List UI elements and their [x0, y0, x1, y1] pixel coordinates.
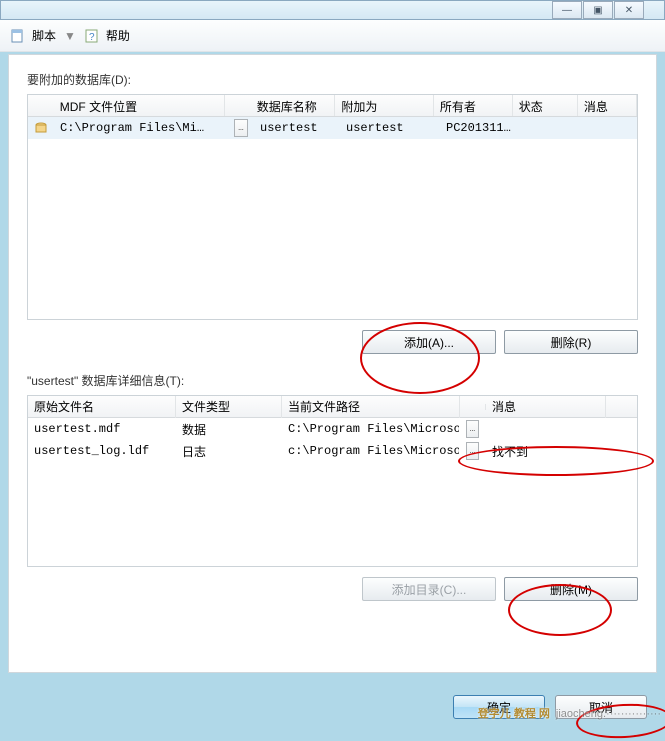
db-details-label: "usertest" 数据库详细信息(T):: [27, 372, 638, 389]
remove-db-button[interactable]: 删除(R): [504, 330, 638, 354]
main-panel: 要附加的数据库(D): MDF 文件位置 数据库名称 附加为 所有者 状态 消息…: [8, 54, 657, 673]
cell-owner: PC201311…: [440, 118, 520, 138]
cell-ftype: 数据: [176, 418, 282, 441]
col-owner[interactable]: 所有者: [434, 95, 513, 116]
cell-message: [486, 426, 606, 432]
watermark: 登字儿 教程 网jiaocheng.···············: [478, 705, 661, 721]
col-dbname[interactable]: 数据库名称: [251, 95, 336, 116]
table-row[interactable]: usertest_log.ldf 日志 c:\Program Files\Mic…: [28, 440, 637, 462]
table-row[interactable]: usertest.mdf 数据 C:\Program Files\Microso…: [28, 418, 637, 440]
cell-attachas: usertest: [340, 118, 440, 138]
browse-button[interactable]: …: [466, 442, 479, 460]
col-attachas[interactable]: 附加为: [335, 95, 433, 116]
help-button[interactable]: 帮助: [106, 27, 130, 44]
col-orig-filename[interactable]: 原始文件名: [28, 395, 176, 418]
script-button[interactable]: 脚本: [32, 27, 56, 44]
db-icon: [28, 118, 54, 138]
maximize-button[interactable]: ▣: [583, 1, 613, 19]
table-row[interactable]: C:\Program Files\Mi… … usertest usertest…: [28, 117, 637, 139]
col-filetype[interactable]: 文件类型: [176, 395, 282, 418]
cell-curpath: C:\Program Files\Microsof…: [282, 419, 460, 439]
cell-dbname: usertest: [254, 118, 340, 138]
close-button[interactable]: ✕: [614, 1, 644, 19]
grid-header: MDF 文件位置 数据库名称 附加为 所有者 状态 消息: [28, 95, 637, 117]
svg-text:?: ?: [89, 32, 95, 43]
col-message[interactable]: 消息: [578, 95, 637, 116]
minimize-button[interactable]: —: [552, 1, 582, 19]
browse-button[interactable]: …: [466, 420, 479, 438]
script-icon: [10, 28, 26, 44]
cell-ftype: 日志: [176, 440, 282, 463]
db-to-attach-grid: MDF 文件位置 数据库名称 附加为 所有者 状态 消息 C:\Program …: [27, 94, 638, 320]
cell-orig: usertest.mdf: [28, 419, 176, 439]
db-details-grid: 原始文件名 文件类型 当前文件路径 消息 usertest.mdf 数据 C:\…: [27, 395, 638, 567]
col-status[interactable]: 状态: [513, 95, 578, 116]
titlebar: — ▣ ✕: [0, 0, 665, 20]
add-button[interactable]: 添加(A)...: [362, 330, 496, 354]
cell-curpath: c:\Program Files\Microsof…: [282, 441, 460, 461]
col-curpath[interactable]: 当前文件路径: [282, 395, 460, 418]
add-directory-button: 添加目录(C)...: [362, 577, 496, 601]
db-to-attach-label: 要附加的数据库(D):: [27, 71, 638, 88]
grid-header: 原始文件名 文件类型 当前文件路径 消息: [28, 396, 637, 418]
cell-mdf-location: C:\Program Files\Mi…: [54, 118, 228, 138]
help-icon: ?: [84, 28, 100, 44]
browse-button[interactable]: …: [234, 119, 248, 137]
col-mdf-location[interactable]: MDF 文件位置: [54, 95, 225, 116]
toolbar: 脚本 ▼ ? 帮助: [0, 20, 665, 52]
col-message[interactable]: 消息: [486, 395, 606, 418]
remove-file-button[interactable]: 删除(M): [504, 577, 638, 601]
cell-orig: usertest_log.ldf: [28, 441, 176, 461]
cell-message: 找不到: [486, 440, 606, 463]
dropdown-icon[interactable]: ▼: [64, 29, 76, 43]
